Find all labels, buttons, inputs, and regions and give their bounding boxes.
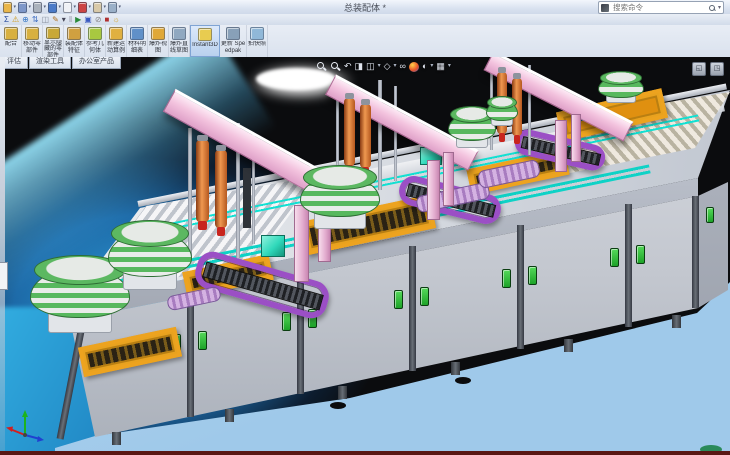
caret-icon[interactable]: ▾ (62, 15, 66, 24)
search-caret-icon[interactable]: ▾ (718, 4, 721, 11)
previous-view-icon[interactable]: ↶ (344, 60, 352, 73)
tab-office-products[interactable]: 办公室产品 (72, 57, 121, 69)
apply-scene-icon[interactable]: ◐ (422, 60, 427, 73)
pane-split-button[interactable]: ◱ (692, 62, 706, 76)
cabinet-foot (672, 315, 681, 328)
take-snapshot-button[interactable]: 拍快照 (247, 25, 268, 57)
update-speedpak-button[interactable]: 更新 Speedpak (220, 25, 247, 57)
slider-block (243, 168, 251, 228)
cabinet-post[interactable] (187, 290, 194, 417)
orientation-triad (4, 405, 46, 447)
section-icon[interactable]: ◫ (42, 15, 50, 24)
view-orientation-icon[interactable]: ◫ (366, 60, 375, 73)
edit-appearance-icon[interactable] (409, 62, 419, 72)
suction-foot (455, 377, 471, 384)
mate-align-icon[interactable]: ⇅ (32, 15, 39, 24)
equation-icon[interactable]: Σ (4, 15, 9, 24)
cabinet-foot (225, 409, 234, 422)
cabinet-post[interactable] (409, 246, 416, 371)
feature-manager-collapsed-strip (0, 57, 5, 451)
caret-icon[interactable]: ▾ (378, 60, 381, 73)
bowl-feeder[interactable] (486, 96, 516, 126)
heads-up-view-toolbar: ↶ ◨ ◫ ▾ ◇ ▾ ∞ ◐ ▾ ▦ ▾ (316, 59, 451, 74)
caret-icon[interactable]: ▾ (394, 60, 397, 73)
cabinet-post[interactable] (692, 196, 699, 308)
feeder-cylinder (196, 140, 209, 222)
show-hidden-components-button[interactable]: 显示隐藏的零部件 (43, 25, 64, 57)
cabinet-door-handle[interactable] (420, 287, 429, 306)
move-component-button[interactable]: 移动零部件 (22, 25, 43, 57)
hide-show-items-icon[interactable]: ∞ (400, 60, 406, 73)
feeder-cylinder (360, 104, 371, 168)
reference-geometry-button[interactable]: 参考几何体 (85, 25, 106, 57)
gantry-column (571, 114, 581, 162)
cabinet-door-handle[interactable] (636, 245, 645, 264)
bowl-feeder[interactable] (108, 220, 190, 290)
viewport-corner-buttons: ◱ ◳ (692, 62, 724, 76)
caret-icon[interactable]: ▾ (448, 60, 451, 73)
cabinet-door-handle[interactable] (610, 248, 619, 267)
title-bar: ▾ ▾ ▾ ▾ ▾ ▾ (0, 0, 730, 15)
edit-icon[interactable]: ✎ (52, 15, 59, 24)
cabinet-door-handle[interactable] (528, 266, 537, 285)
view-settings-icon[interactable]: ▦ (436, 60, 445, 73)
bottom-edge-bar (0, 451, 730, 455)
warning-icon[interactable]: ⚠ (12, 15, 19, 24)
zoom-fit-icon[interactable] (316, 61, 327, 72)
cabinet-foot (564, 339, 573, 352)
cabinet-door-handle[interactable] (394, 290, 403, 309)
cabinet-foot (338, 386, 347, 399)
feeder-cylinder (215, 150, 227, 228)
bill-of-materials-button[interactable]: 材料明细表 (127, 25, 148, 57)
nodisplay-icon[interactable]: ⊘ (95, 15, 102, 24)
cabinet-door-handle[interactable] (198, 331, 207, 350)
instant3d-button[interactable]: Instant3D (190, 25, 220, 57)
gantry-column (427, 160, 440, 220)
gantry-column (443, 152, 454, 206)
cabinet-door-handle[interactable] (502, 269, 511, 288)
measure-icon[interactable]: ⊕ (22, 15, 29, 24)
cabinet-post[interactable] (517, 225, 524, 349)
cabinet-door-handle[interactable] (282, 312, 291, 331)
carriage-block[interactable] (261, 235, 285, 257)
pane-close-button[interactable]: ◳ (710, 62, 724, 76)
section-view-icon[interactable]: ◨ (355, 60, 364, 73)
command-search-box[interactable]: ▾ (598, 1, 724, 14)
cabinet-foot (112, 432, 121, 445)
exploded-view-button[interactable]: 爆炸视图 (148, 25, 169, 57)
mate-button[interactable]: 配合 (1, 25, 22, 57)
tab-render-tools[interactable]: 渲染工具 (29, 57, 71, 69)
search-type-icon (601, 4, 609, 12)
separator-icon[interactable]: ‖ (69, 15, 72, 24)
feature-manager-flyout-tab[interactable] (0, 262, 8, 290)
suction-foot (330, 402, 346, 409)
search-input[interactable] (611, 2, 706, 13)
cabinet-post[interactable] (625, 204, 632, 327)
display-style-icon[interactable]: ◇ (384, 60, 391, 73)
assembly-features-button[interactable]: 装配体特征 (64, 25, 85, 57)
graphics-viewport[interactable]: ↶ ◨ ◫ ▾ ◇ ▾ ∞ ◐ ▾ ▦ ▾ (0, 57, 730, 451)
command-manager: 配合 移动零部件 显示隐藏的零部件 装配体特征 参考几何体 (0, 25, 730, 58)
cabinet-foot (451, 362, 460, 375)
search-icon[interactable] (708, 4, 716, 12)
explode-line-sketch-button[interactable]: 爆炸直线草图 (169, 25, 190, 57)
gantry-column (555, 120, 567, 172)
caret-icon[interactable]: ▾ (430, 60, 433, 73)
material-icon[interactable]: ■ (105, 15, 110, 24)
cabinet-door-handle[interactable] (706, 207, 714, 223)
bowl-feeder[interactable] (300, 165, 378, 229)
solidworks-window: ▾ ▾ ▾ ▾ ▾ ▾ (0, 0, 730, 455)
play-icon[interactable]: ▶ (75, 15, 81, 24)
render-icon[interactable]: ☼ (112, 15, 119, 24)
feeder-cylinder (344, 98, 355, 166)
zoom-area-icon[interactable] (330, 61, 341, 72)
views-icon[interactable]: ▣ (84, 15, 92, 24)
new-motion-study-button[interactable]: 新建运动算例 (106, 25, 127, 57)
command-manager-tabs: 评估 渲染工具 办公室产品 (0, 57, 122, 69)
bowl-feeder[interactable] (598, 71, 642, 103)
